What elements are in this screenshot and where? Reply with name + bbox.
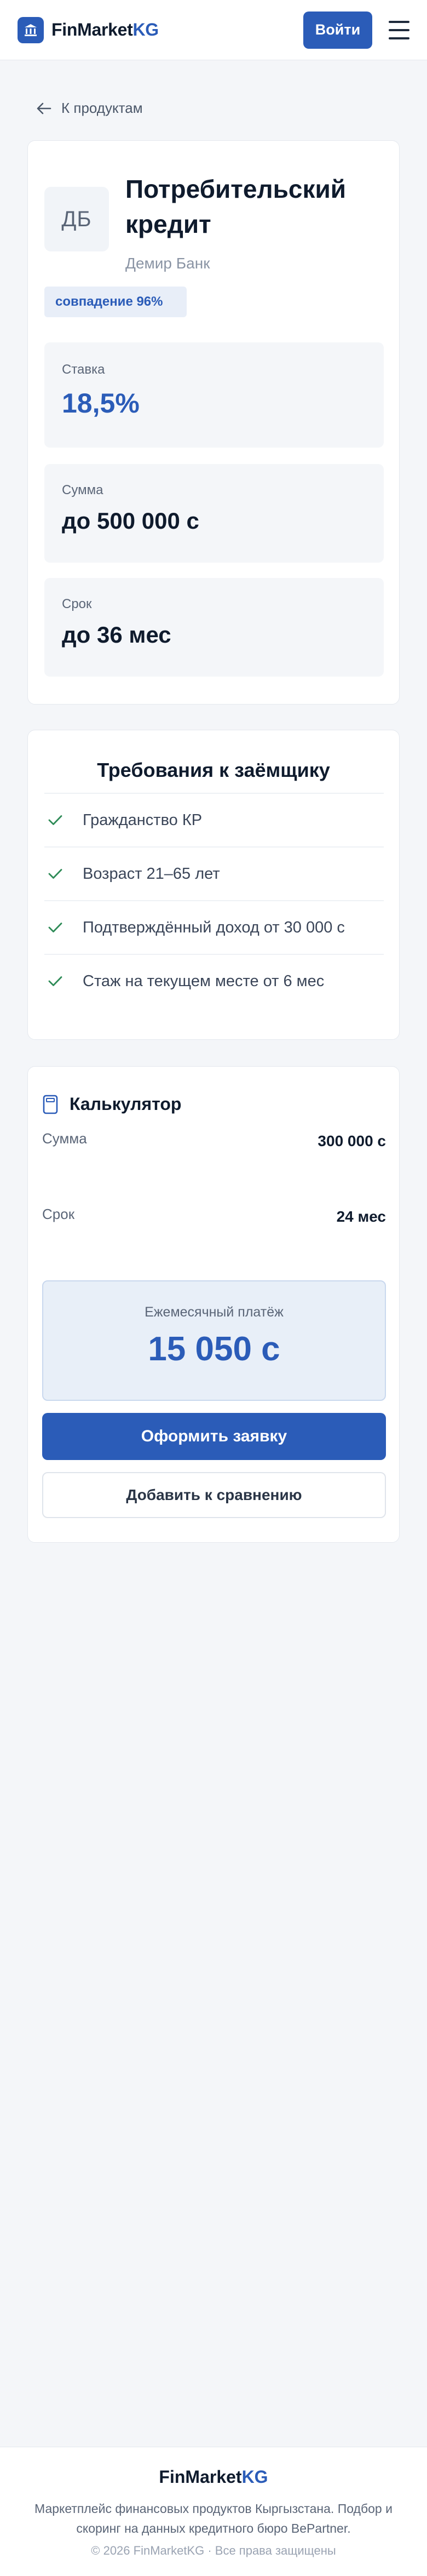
back-to-products-link[interactable]: К продуктам: [36, 100, 143, 117]
calculator-title: Калькулятор: [70, 1094, 182, 1114]
calculator-header: Калькулятор: [42, 1094, 181, 1114]
requirement-text: Гражданство КР: [83, 811, 203, 829]
requirement-item: Подтверждённый доход от 30 000 с: [44, 900, 384, 954]
bank-building-icon: [18, 16, 44, 43]
calc-term-value: 24 мес: [336, 1208, 386, 1225]
back-label: К продуктам: [61, 100, 143, 116]
match-badge: совпадение 96%: [44, 287, 187, 317]
add-to-compare-button[interactable]: Добавить к сравнению: [42, 1472, 386, 1518]
check-icon: [48, 923, 62, 932]
requirements-card: Требования к заёмщику Гражданство КР Воз…: [27, 730, 400, 1040]
logo-text: FinMarketKG: [51, 20, 159, 40]
header-actions: Войти: [303, 11, 409, 49]
site-header: FinMarketKG Войти: [0, 0, 427, 60]
monthly-payment-label: Ежемесячный платёж: [145, 1304, 284, 1320]
footer-description: Маркетплейс финансовых продуктов Кыргызс…: [34, 2501, 393, 2535]
calc-term-row[interactable]: Срок 24 мес: [42, 1206, 386, 1228]
requirement-item: Стаж на текущем месте от 6 мес: [44, 954, 384, 1007]
requirements-title: Требования к заёмщику: [97, 759, 330, 781]
bank-avatar: ДБ: [44, 187, 109, 251]
apply-button[interactable]: Оформить заявку: [42, 1413, 386, 1460]
check-icon: [48, 815, 62, 825]
menu-bar: [389, 20, 409, 23]
logo-accent: KG: [132, 20, 159, 39]
requirement-text: Подтверждённый доход от 30 000 с: [83, 918, 345, 936]
rate-value: 18,5%: [62, 388, 140, 419]
menu-bar: [389, 37, 409, 39]
calc-sum-value: 300 000 с: [318, 1132, 386, 1149]
footer-logo-accent: KG: [241, 2467, 268, 2487]
requirement-text: Стаж на текущем месте от 6 мес: [83, 972, 325, 990]
menu-bar: [389, 28, 409, 31]
product-card: ДБ Потребительский кредит Демир Банк сов…: [27, 140, 400, 705]
requirement-text: Возраст 21–65 лет: [83, 865, 220, 883]
sum-label: Сумма: [62, 483, 103, 497]
login-button[interactable]: Войти: [303, 11, 372, 49]
arrow-left-icon: [37, 102, 51, 114]
footer-logo-main: FinMarket: [159, 2467, 242, 2487]
footer-copyright: © 2026 FinMarketKG · Все права защищены: [91, 2544, 336, 2557]
requirement-item: Гражданство КР: [44, 793, 384, 846]
calc-sum-label: Сумма: [42, 1130, 87, 1147]
site-logo[interactable]: FinMarketKG: [18, 16, 159, 43]
sum-stat: Сумма до 500 000 с: [44, 464, 384, 563]
rate-label: Ставка: [62, 362, 105, 377]
check-icon: [48, 869, 62, 879]
term-label: Срок: [62, 597, 92, 611]
bank-name: Демир Банк: [125, 255, 210, 272]
term-value: до 36 мес: [62, 622, 171, 648]
sum-value: до 500 000 с: [62, 508, 199, 534]
rate-stat: Ставка 18,5%: [44, 342, 384, 448]
footer-logo: FinMarketKG: [0, 2467, 427, 2487]
logo-main: FinMarket: [51, 20, 133, 39]
product-title: Потребительский кредит: [125, 175, 347, 238]
monthly-payment-box: Ежемесячный платёж 15 050 с: [42, 1280, 386, 1401]
calculator-icon: [43, 1095, 58, 1114]
term-stat: Срок до 36 мес: [44, 578, 384, 677]
calculator-card: Калькулятор Сумма 300 000 с Срок 24 мес …: [27, 1066, 400, 1543]
site-footer: FinMarketKG Маркетплейс финансовых проду…: [0, 2447, 427, 2576]
check-icon: [48, 976, 62, 986]
monthly-payment-value: 15 050 с: [148, 1330, 280, 1368]
calc-sum-row[interactable]: Сумма 300 000 с: [42, 1130, 386, 1152]
requirement-item: Возраст 21–65 лет: [44, 846, 384, 900]
calc-term-label: Срок: [42, 1206, 75, 1222]
hamburger-menu-icon[interactable]: [389, 20, 409, 39]
requirements-list: Гражданство КР Возраст 21–65 лет Подтвер…: [44, 793, 384, 1007]
